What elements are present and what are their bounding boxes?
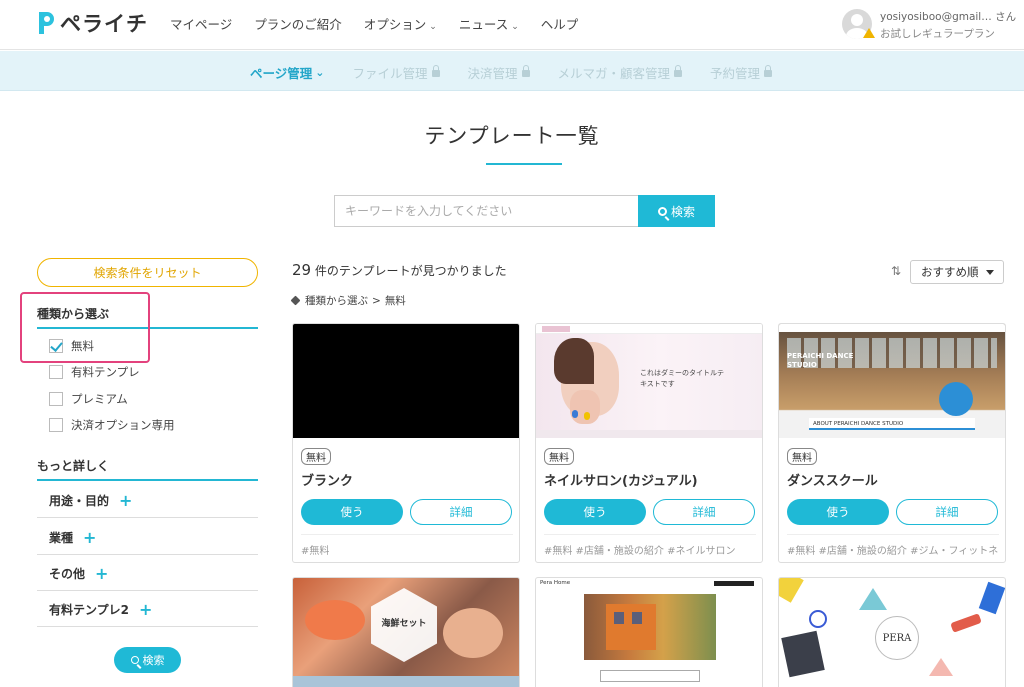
chevron-down-icon: ⌄ <box>511 22 519 32</box>
caret-down-icon <box>986 270 994 275</box>
nav-options[interactable]: オプション ⌄ <box>364 14 437 33</box>
subnav-file-management[interactable]: ファイル管理 <box>352 63 440 82</box>
template-title: ダンススクール <box>787 474 878 489</box>
highlight-box <box>20 292 150 363</box>
top-bar: ペライチ マイページ プランのご紹介 オプション ⌄ ニュース ⌄ ヘルプ yosi… <box>0 0 1024 50</box>
search-input[interactable] <box>334 195 639 227</box>
filter-paid-template-2[interactable]: 有料テンプレ2 + <box>49 600 258 619</box>
free-badge: 無料 <box>301 448 331 465</box>
free-badge: 無料 <box>544 448 574 465</box>
divider <box>37 590 258 591</box>
detail-button[interactable]: 詳細 <box>896 499 998 525</box>
subnav-page-management[interactable]: ページ管理 ⌄ <box>250 63 324 82</box>
warning-icon <box>863 28 875 38</box>
nav-plans[interactable]: プランのご紹介 <box>254 14 342 33</box>
detail-button[interactable]: 詳細 <box>653 499 755 525</box>
checkbox[interactable] <box>49 418 63 432</box>
template-tags: #無料 #店舗・施設の紹介 #ジム・フィットネス <box>787 534 999 557</box>
divider <box>37 517 258 518</box>
breadcrumb: 種類から選ぶ > 無料 <box>290 293 406 308</box>
plus-icon: + <box>119 491 133 510</box>
template-card: PERAICHI DANCE STUDIO ABOUT PERAICHI DAN… <box>778 323 1006 563</box>
template-search: 検索 <box>334 195 715 227</box>
template-thumbnail[interactable]: 海鮮セット <box>292 577 520 687</box>
nav-mypage[interactable]: マイページ <box>170 14 232 33</box>
template-thumbnail[interactable]: PERAICHI DANCE STUDIO ABOUT PERAICHI DAN… <box>779 324 1005 438</box>
thumbnail-heading: Pera Home <box>540 580 571 586</box>
user-menu[interactable]: yosiyosiboo@gmail… さん お試しレギュラープラン <box>842 9 1022 41</box>
subnav-reservation-management[interactable]: 予約管理 <box>710 63 773 82</box>
lock-icon <box>764 65 773 77</box>
thumbnail-bar: ABOUT PERAICHI DANCE STUDIO <box>809 418 975 430</box>
search-icon <box>130 656 139 664</box>
use-button[interactable]: 使う <box>301 499 403 525</box>
breadcrumb-root[interactable]: 種類から選ぶ <box>305 293 368 308</box>
thumbnail-logo-text: PERA <box>875 616 919 660</box>
subnav-payment-management[interactable]: 決済管理 <box>468 63 530 82</box>
search-button[interactable]: 検索 <box>638 195 715 227</box>
sort-select[interactable]: おすすめ順 <box>910 260 1004 284</box>
lock-icon <box>521 65 530 77</box>
filter-payment-option[interactable]: 決済オプション専用 <box>49 417 175 433</box>
detail-section: もっと詳しく <box>37 457 258 481</box>
detail-button[interactable]: 詳細 <box>410 499 512 525</box>
template-title: ネイルサロン(カジュアル) <box>544 474 698 489</box>
thumbnail-heading: PERAICHI DANCE STUDIO <box>787 352 854 369</box>
filter-other[interactable]: その他 + <box>49 564 258 583</box>
template-title: ブランク <box>301 474 354 489</box>
thumbnail-heading: これはダミーのタイトルテキストです <box>640 369 724 388</box>
search-icon <box>657 206 667 216</box>
reset-filters-button[interactable]: 検索条件をリセット <box>37 258 258 287</box>
top-nav: マイページ プランのご紹介 オプション ⌄ ニュース ⌄ ヘルプ <box>170 14 578 33</box>
chevron-down-icon: ⌄ <box>315 66 325 79</box>
template-card: 無料 ブランク 使う 詳細 #無料 <box>292 323 520 563</box>
nav-help[interactable]: ヘルプ <box>541 14 579 33</box>
breadcrumb-current: 無料 <box>384 295 406 307</box>
user-name: yosiyosiboo@gmail… さん <box>880 11 1017 23</box>
checkbox[interactable] <box>49 365 63 379</box>
filter-purpose[interactable]: 用途・目的 + <box>49 491 258 510</box>
sidebar-search-button[interactable]: 検索 <box>114 647 181 673</box>
template-thumbnail[interactable]: これはダミーのタイトルテキストです <box>536 324 762 438</box>
user-plan: お試しレギュラープラン <box>880 28 995 40</box>
lock-icon <box>674 65 683 77</box>
filter-sidebar: 検索条件をリセット 種類から選ぶ 無料 有料テンプレ プレミアム 決済オプション… <box>37 258 258 627</box>
title-underline <box>486 163 562 165</box>
use-button[interactable]: 使う <box>787 499 889 525</box>
logo-text: ペライチ <box>60 12 148 36</box>
page-title: テンプレート一覧 <box>424 124 600 148</box>
sort-icon: ⇅ <box>891 264 902 278</box>
breadcrumb-separator: > <box>372 294 381 307</box>
filter-paid[interactable]: 有料テンプレ <box>49 364 140 380</box>
lock-icon <box>431 65 440 77</box>
template-thumbnail[interactable] <box>293 324 519 438</box>
checkbox[interactable] <box>49 392 63 406</box>
use-button[interactable]: 使う <box>544 499 646 525</box>
nav-news[interactable]: ニュース ⌄ <box>459 14 519 33</box>
divider <box>37 626 258 627</box>
plus-icon: + <box>139 600 153 619</box>
detail-section-title: もっと詳しく <box>37 457 258 481</box>
template-tags: #無料 <box>301 534 513 557</box>
filter-industry[interactable]: 業種 + <box>49 528 258 547</box>
result-count: 29 件のテンプレートが見つかりました <box>292 261 507 279</box>
thumbnail-heading: 海鮮セット <box>381 619 427 629</box>
divider <box>37 554 258 555</box>
chevron-down-icon: ⌄ <box>429 22 437 32</box>
subnav-mail-management[interactable]: メルマガ・顧客管理 <box>558 63 683 82</box>
sub-nav: ページ管理 ⌄ ファイル管理 決済管理 メルマガ・顧客管理 予約管理 <box>0 51 1024 91</box>
tag-icon <box>290 295 301 306</box>
plus-icon: + <box>83 528 97 547</box>
logo-p-icon <box>39 12 54 34</box>
template-thumbnail[interactable]: Pera Home <box>535 577 763 687</box>
template-card: これはダミーのタイトルテキストです 無料 ネイルサロン(カジュアル) 使う 詳細… <box>535 323 763 563</box>
logo[interactable]: ペライチ <box>36 8 148 38</box>
free-badge: 無料 <box>787 448 817 465</box>
template-thumbnail[interactable]: PERA <box>778 577 1006 687</box>
template-tags: #無料 #店舗・施設の紹介 #ネイルサロン <box>544 534 756 557</box>
filter-premium[interactable]: プレミアム <box>49 391 128 407</box>
plus-icon: + <box>95 564 109 583</box>
